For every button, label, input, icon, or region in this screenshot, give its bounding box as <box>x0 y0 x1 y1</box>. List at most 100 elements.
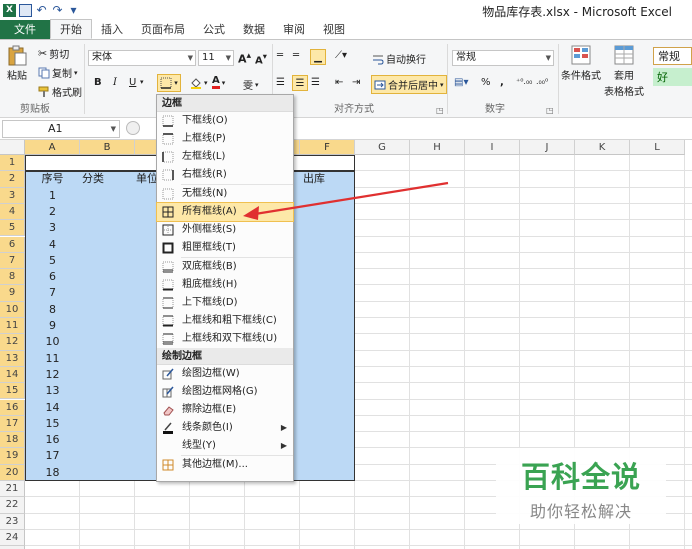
wrap-text-button[interactable]: 自动换行 <box>372 51 426 66</box>
header-cell-out[interactable]: 出库 <box>300 171 355 187</box>
row-header[interactable]: 8 <box>0 269 25 286</box>
row-header[interactable]: 21 <box>0 481 25 498</box>
name-box[interactable]: A1 ▼ <box>2 120 120 138</box>
dialog-launcher-icon[interactable]: ◳ <box>436 106 444 115</box>
menu-item-left-border[interactable]: 左框线(L) <box>157 148 293 166</box>
row-header[interactable]: 22 <box>0 497 25 514</box>
redo-icon[interactable]: ↷ <box>51 3 64 17</box>
column-header[interactable]: K <box>575 140 630 155</box>
accounting-format-button[interactable]: ▤▾ <box>454 77 468 88</box>
grow-font-button[interactable]: A▴ <box>238 50 251 66</box>
menu-item-bottom-border[interactable]: 下框线(O) <box>157 112 293 130</box>
column-header[interactable]: J <box>520 140 575 155</box>
menu-item-line-style[interactable]: 线型(Y) ▶ <box>157 437 293 455</box>
seq-cell[interactable]: 17 <box>25 448 80 464</box>
menu-item-top-border[interactable]: 上框线(P) <box>157 130 293 148</box>
menu-item-thick-box-border[interactable]: 粗匣框线(T) <box>157 239 293 257</box>
row-header[interactable]: 23 <box>0 513 25 530</box>
bold-button[interactable]: B <box>94 77 102 88</box>
style-normal[interactable]: 常规 <box>653 47 692 65</box>
border-dropdown-button[interactable]: ▾ <box>157 74 181 92</box>
tab-file[interactable]: 文件 <box>0 20 50 39</box>
row-header[interactable]: 7 <box>0 252 25 270</box>
seq-cell[interactable]: 15 <box>25 416 80 432</box>
increase-decimal-button[interactable]: ⁺⁰.₀₀ <box>516 77 532 86</box>
seq-cell[interactable]: 1 <box>25 188 80 204</box>
orientation-button[interactable]: ⟋▾ <box>335 50 347 61</box>
header-cell-seq[interactable]: 序号 <box>25 171 80 187</box>
menu-item-right-border[interactable]: 右框线(R) <box>157 166 293 184</box>
menu-item-top-thick-bottom-border[interactable]: 上框线和粗下框线(C) <box>157 312 293 330</box>
font-size-combo[interactable]: 11 ▼ <box>198 50 234 66</box>
percent-button[interactable]: % <box>481 77 491 88</box>
menu-item-outside-borders[interactable]: 外侧框线(S) <box>157 221 293 239</box>
row-header[interactable]: 19 <box>0 448 25 465</box>
font-color-button[interactable]: A ▾ <box>212 76 225 89</box>
customize-toolbar-icon[interactable]: ▾ <box>67 3 80 17</box>
shrink-font-button[interactable]: A▾ <box>255 51 267 66</box>
column-header[interactable]: L <box>630 140 685 155</box>
row-header[interactable]: 17 <box>0 415 25 433</box>
row-header[interactable]: 16 <box>0 399 25 416</box>
save-icon[interactable] <box>19 3 32 17</box>
tab-view[interactable]: 视图 <box>314 20 354 39</box>
italic-button[interactable]: I <box>113 77 117 88</box>
row-header[interactable]: 20 <box>0 464 25 481</box>
column-header[interactable]: F <box>300 140 355 155</box>
cut-button[interactable]: ✂ 剪切 <box>38 46 69 61</box>
row-header[interactable]: 24 <box>0 529 25 547</box>
menu-item-more-borders[interactable]: 其他边框(M)... <box>157 456 293 474</box>
tab-insert[interactable]: 插入 <box>92 20 132 39</box>
row-header[interactable]: 14 <box>0 366 25 384</box>
menu-item-top-bottom-border[interactable]: 上下框线(D) <box>157 294 293 312</box>
seq-cell[interactable]: 7 <box>25 285 80 301</box>
tab-review[interactable]: 审阅 <box>274 20 314 39</box>
seq-cell[interactable]: 9 <box>25 318 80 334</box>
align-bottom-button[interactable]: ▁ <box>310 49 326 65</box>
column-header[interactable]: H <box>410 140 465 155</box>
seq-cell[interactable]: 18 <box>25 465 80 481</box>
format-as-table-button[interactable]: 套用 表格格式 <box>604 44 644 98</box>
number-format-combo[interactable]: 常规 ▼ <box>452 50 554 66</box>
menu-item-double-bottom-border[interactable]: 双底框线(B) <box>157 258 293 276</box>
seq-cell[interactable]: 8 <box>25 302 80 318</box>
header-cell-category[interactable]: 分类 <box>80 171 135 187</box>
row-header[interactable]: 2 <box>0 171 25 188</box>
cancel-formula-icon[interactable] <box>126 121 140 135</box>
menu-item-line-color[interactable]: 线条颜色(I) ▶ <box>157 419 293 437</box>
seq-cell[interactable]: 6 <box>25 269 80 285</box>
select-all-corner[interactable] <box>0 140 25 155</box>
format-painter-button[interactable]: 格式刷 <box>38 84 82 99</box>
seq-cell[interactable]: 2 <box>25 204 80 220</box>
comma-button[interactable]: , <box>500 77 504 88</box>
underline-button[interactable]: U <box>129 77 136 88</box>
tab-page-layout[interactable]: 页面布局 <box>132 20 194 39</box>
menu-item-no-border[interactable]: 无框线(N) <box>157 185 293 203</box>
seq-cell[interactable]: 12 <box>25 367 80 383</box>
menu-item-thick-bottom-border[interactable]: 粗底框线(H) <box>157 276 293 294</box>
dialog-launcher-icon[interactable]: ◳ <box>546 106 554 115</box>
menu-item-eraser[interactable]: 擦除边框(E) <box>157 401 293 419</box>
fill-color-button[interactable]: ▾ <box>190 77 208 89</box>
row-header[interactable]: 13 <box>0 350 25 367</box>
paste-button[interactable]: 粘贴 <box>6 44 28 82</box>
align-middle-button[interactable]: ═ <box>293 50 299 61</box>
row-header[interactable]: 11 <box>0 318 25 335</box>
seq-cell[interactable]: 14 <box>25 400 80 416</box>
merge-center-button[interactable]: 合并后居中 ▾ <box>371 75 447 94</box>
column-header[interactable]: G <box>355 140 410 155</box>
row-header[interactable]: 15 <box>0 383 25 400</box>
seq-cell[interactable]: 16 <box>25 432 80 448</box>
conditional-formatting-button[interactable]: 条件格式 <box>561 44 601 82</box>
tab-data[interactable]: 数据 <box>234 20 274 39</box>
underline-dropdown[interactable]: ▾ <box>140 78 144 86</box>
row-header[interactable]: 12 <box>0 334 25 351</box>
seq-cell[interactable]: 3 <box>25 220 80 236</box>
menu-item-draw-border-grid[interactable]: 绘图边框网格(G) <box>157 383 293 401</box>
align-top-button[interactable]: ═ <box>277 50 283 61</box>
row-header[interactable]: 10 <box>0 301 25 318</box>
seq-cell[interactable]: 10 <box>25 334 80 350</box>
font-name-combo[interactable]: 宋体 ▼ <box>88 50 196 66</box>
decrease-decimal-button[interactable]: .₀₀⁰ <box>536 77 548 86</box>
copy-button[interactable]: 复制 ▾ <box>38 65 78 80</box>
